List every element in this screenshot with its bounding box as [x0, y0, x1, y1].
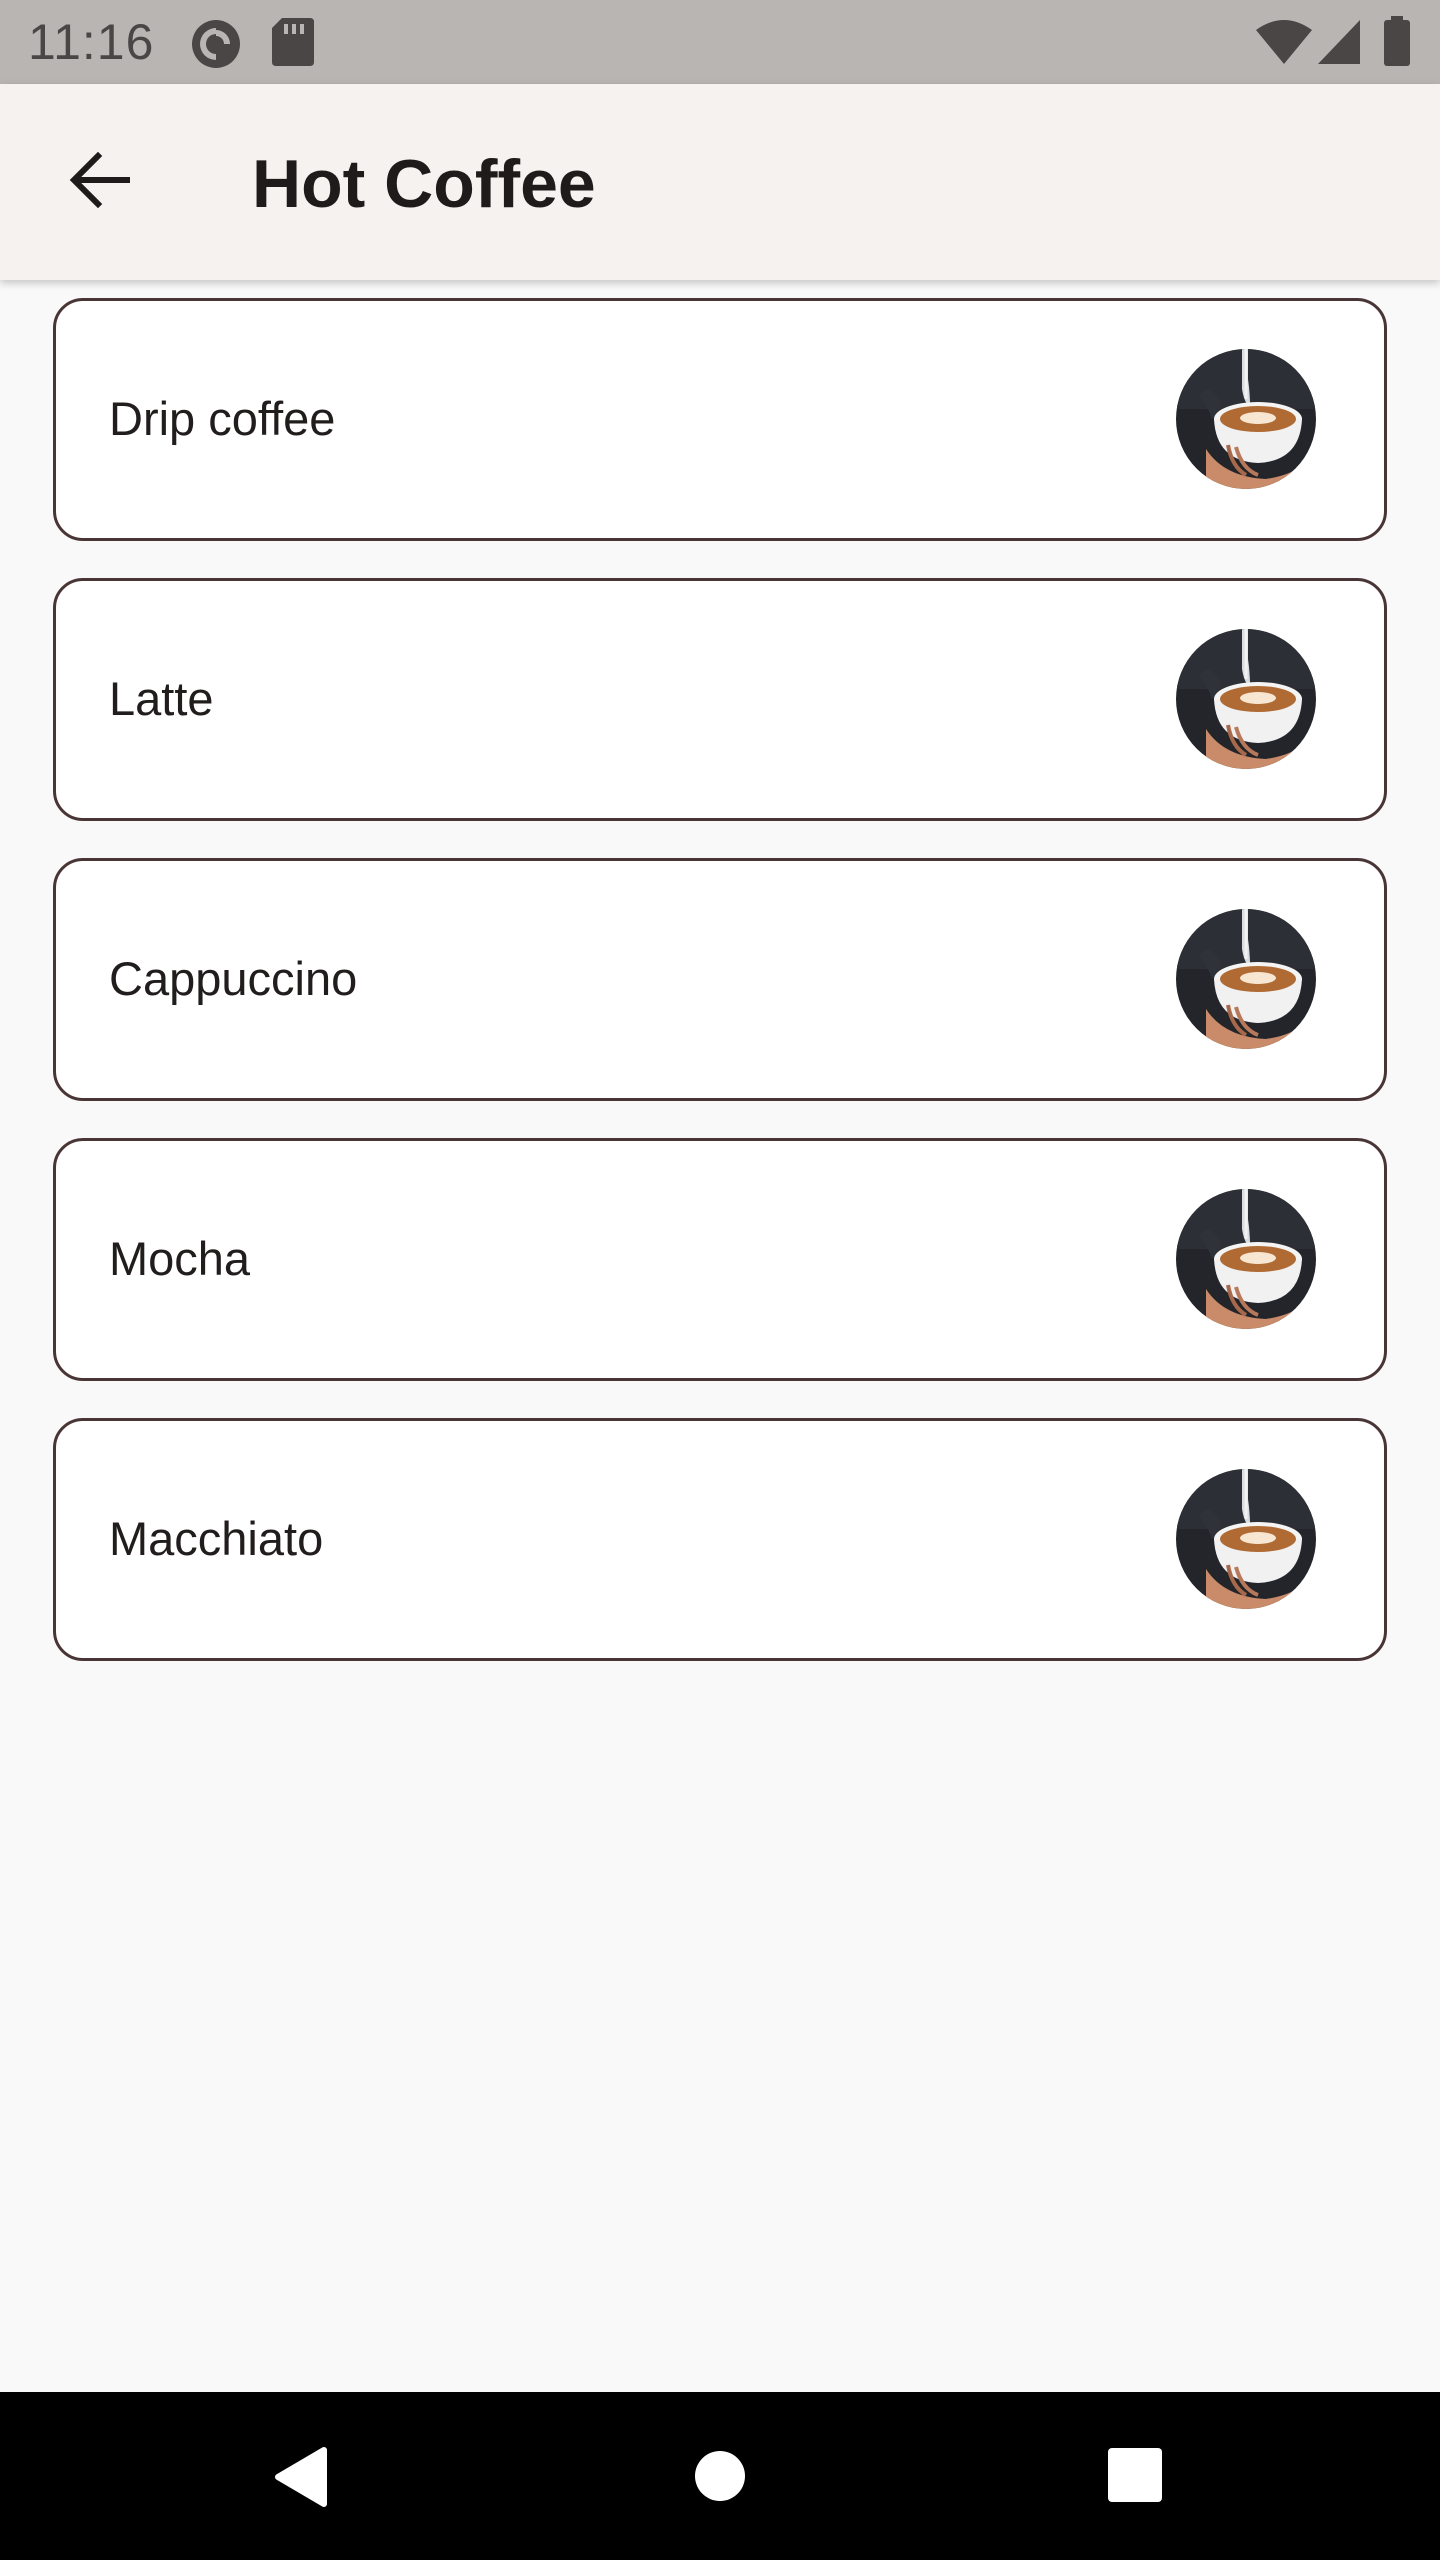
latte-art-cup-image	[1176, 909, 1316, 1049]
page-title: Hot Coffee	[252, 146, 596, 222]
list-item-cappuccino[interactable]: Cappuccino	[53, 858, 1387, 1101]
nav-back-button[interactable]	[272, 2446, 328, 2513]
list-item-label: Macchiato	[109, 1512, 324, 1565]
latte-art-cup-image	[1176, 629, 1316, 769]
recents-square-icon	[1108, 2448, 1162, 2506]
home-circle-icon	[694, 2451, 746, 2506]
system-nav-bar	[0, 2392, 1440, 2560]
list-item-latte[interactable]: Latte	[53, 578, 1387, 821]
latte-art-cup-image	[1176, 1189, 1316, 1329]
list-item-label: Latte	[109, 672, 214, 725]
nav-recents-button[interactable]	[1108, 2448, 1162, 2507]
app-bar: Hot Coffee	[0, 84, 1440, 280]
list-item-label: Mocha	[109, 1232, 251, 1285]
wifi-icon	[1256, 20, 1312, 69]
status-bar: 11:16	[0, 0, 1440, 84]
pocket-casts-icon	[190, 18, 242, 75]
list-item-label: Cappuccino	[109, 952, 358, 1005]
cell-signal-icon	[1318, 20, 1360, 69]
back-triangle-icon	[272, 2447, 328, 2512]
nav-home-button[interactable]	[694, 2450, 746, 2507]
coffee-list: Drip coffee Latte Cappuccino Mocha Macch…	[53, 298, 1387, 1698]
arrow-back-icon	[68, 151, 132, 213]
status-time: 11:16	[28, 14, 155, 70]
list-item-mocha[interactable]: Mocha	[53, 1138, 1387, 1381]
sd-card-icon	[272, 18, 314, 71]
latte-art-cup-image	[1176, 349, 1316, 489]
latte-art-cup-image	[1176, 1469, 1316, 1609]
list-item-macchiato[interactable]: Macchiato	[53, 1418, 1387, 1661]
back-button[interactable]	[52, 134, 148, 230]
list-item-drip-coffee[interactable]: Drip coffee	[53, 298, 1387, 541]
battery-icon	[1384, 16, 1410, 71]
list-item-label: Drip coffee	[109, 392, 336, 445]
